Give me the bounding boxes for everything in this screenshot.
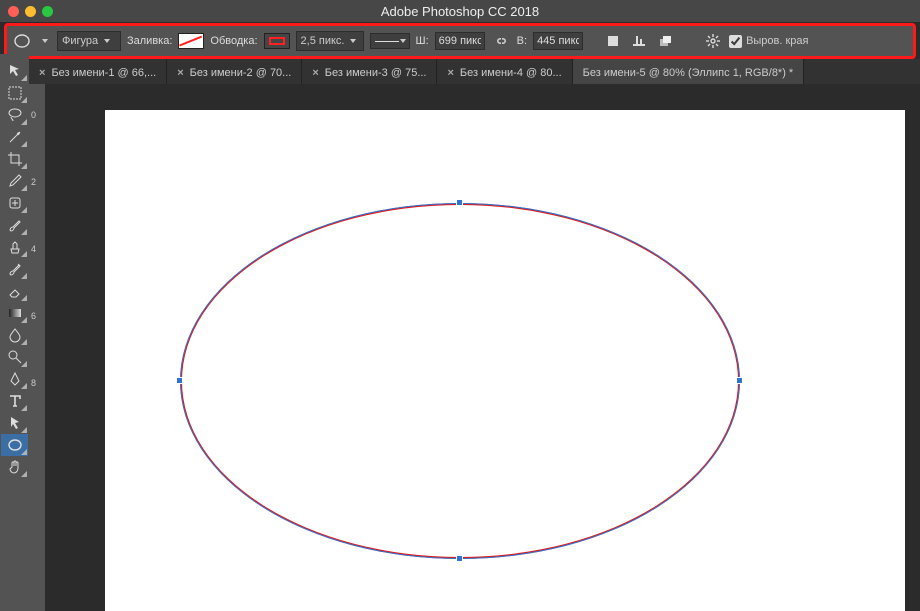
options-bar: Фигура Заливка: Обводка: 2,5 пикс. Ш: В:… [7, 26, 913, 56]
ruler-tick: 0 [31, 110, 36, 120]
maximize-window-button[interactable] [42, 6, 53, 17]
height-label: В: [517, 35, 527, 47]
align-edges-input[interactable] [729, 35, 742, 48]
anchor-left[interactable] [176, 377, 183, 384]
settings-gear-icon[interactable] [703, 31, 723, 51]
crop-tool[interactable] [1, 148, 28, 170]
tool-preset-dropdown[interactable] [39, 32, 51, 50]
link-dimensions-icon[interactable] [491, 31, 511, 51]
move-tool[interactable] [1, 60, 28, 82]
hand-tool[interactable] [1, 456, 28, 478]
pen-tool[interactable] [1, 368, 28, 390]
fill-swatch[interactable] [178, 33, 204, 49]
gradient-tool[interactable] [1, 302, 28, 324]
tab-label: Без имени-3 @ 75... [325, 67, 427, 79]
blur-tool[interactable] [1, 324, 28, 346]
dodge-tool[interactable] [1, 346, 28, 368]
anchor-top[interactable] [456, 199, 463, 206]
close-icon[interactable]: × [447, 67, 453, 79]
stroke-style-dropdown[interactable] [370, 33, 410, 49]
eraser-tool[interactable] [1, 280, 28, 302]
stroke-label: Обводка: [210, 35, 257, 47]
healing-brush-tool[interactable] [1, 192, 28, 214]
options-bar-highlight: Фигура Заливка: Обводка: 2,5 пикс. Ш: В:… [4, 23, 916, 59]
close-window-button[interactable] [8, 6, 19, 17]
path-selection-tool[interactable] [1, 412, 28, 434]
stroke-width-dropdown[interactable]: 2,5 пикс. [296, 31, 364, 51]
close-icon[interactable]: × [312, 67, 318, 79]
height-input[interactable] [533, 32, 583, 50]
ruler-tick: 2 [31, 177, 36, 187]
document-tab[interactable]: × Без имени-4 @ 80... [437, 59, 572, 87]
anchor-right[interactable] [736, 377, 743, 384]
rectangular-marquee-tool[interactable] [1, 82, 28, 104]
close-icon[interactable]: × [39, 67, 45, 79]
path-alignment-icon[interactable] [629, 31, 649, 51]
tab-label: Без имени-1 @ 66,... [51, 67, 156, 79]
titlebar: Adobe Photoshop CC 2018 [0, 0, 920, 22]
anchor-bottom[interactable] [456, 555, 463, 562]
lasso-tool[interactable] [1, 104, 28, 126]
stroke-width-value: 2,5 пикс. [301, 35, 345, 47]
width-input[interactable] [435, 32, 485, 50]
document-tab[interactable]: × Без имени-2 @ 70... [167, 59, 302, 87]
ruler-tick: 8 [31, 378, 36, 388]
ruler-vertical: 0 2 4 6 8 [29, 84, 45, 611]
workarea [45, 84, 920, 611]
ruler-tick: 6 [31, 311, 36, 321]
current-tool-icon[interactable] [11, 32, 33, 50]
tab-label: Без имени-2 @ 70... [190, 67, 292, 79]
minimize-window-button[interactable] [25, 6, 36, 17]
app-title: Adobe Photoshop CC 2018 [0, 4, 920, 19]
type-tool[interactable] [1, 390, 28, 412]
ellipse-shape-tool[interactable] [1, 434, 28, 456]
ellipse-path-overlay [180, 203, 740, 559]
document-tab-active[interactable]: Без имени-5 @ 80% (Эллипс 1, RGB/8*) * [573, 59, 805, 87]
path-arrangement-icon[interactable] [655, 31, 675, 51]
document-tab[interactable]: × Без имени-3 @ 75... [302, 59, 437, 87]
close-icon[interactable]: × [177, 67, 183, 79]
history-brush-tool[interactable] [1, 258, 28, 280]
tab-label: Без имени-5 @ 80% (Эллипс 1, RGB/8*) * [583, 67, 794, 79]
document-tabbar: × Без имени-1 @ 66,... × Без имени-2 @ 70.… [29, 59, 920, 87]
shape-mode-dropdown[interactable]: Фигура [57, 31, 121, 51]
width-label: Ш: [416, 35, 429, 47]
fill-label: Заливка: [127, 35, 172, 47]
magic-wand-tool[interactable] [1, 126, 28, 148]
shape-mode-label: Фигура [62, 35, 98, 47]
align-edges-label: Выров. края [746, 35, 808, 47]
tools-panel [0, 54, 29, 611]
align-edges-checkbox[interactable]: Выров. края [729, 35, 808, 48]
eyedropper-tool[interactable] [1, 170, 28, 192]
stroke-swatch[interactable] [264, 33, 290, 49]
ruler-tick: 4 [31, 244, 36, 254]
canvas[interactable] [105, 110, 905, 611]
tab-label: Без имени-4 @ 80... [460, 67, 562, 79]
clone-stamp-tool[interactable] [1, 236, 28, 258]
path-operations-icon[interactable] [603, 31, 623, 51]
document-tab[interactable]: × Без имени-1 @ 66,... [29, 59, 167, 87]
brush-tool[interactable] [1, 214, 28, 236]
window-controls [8, 6, 53, 17]
